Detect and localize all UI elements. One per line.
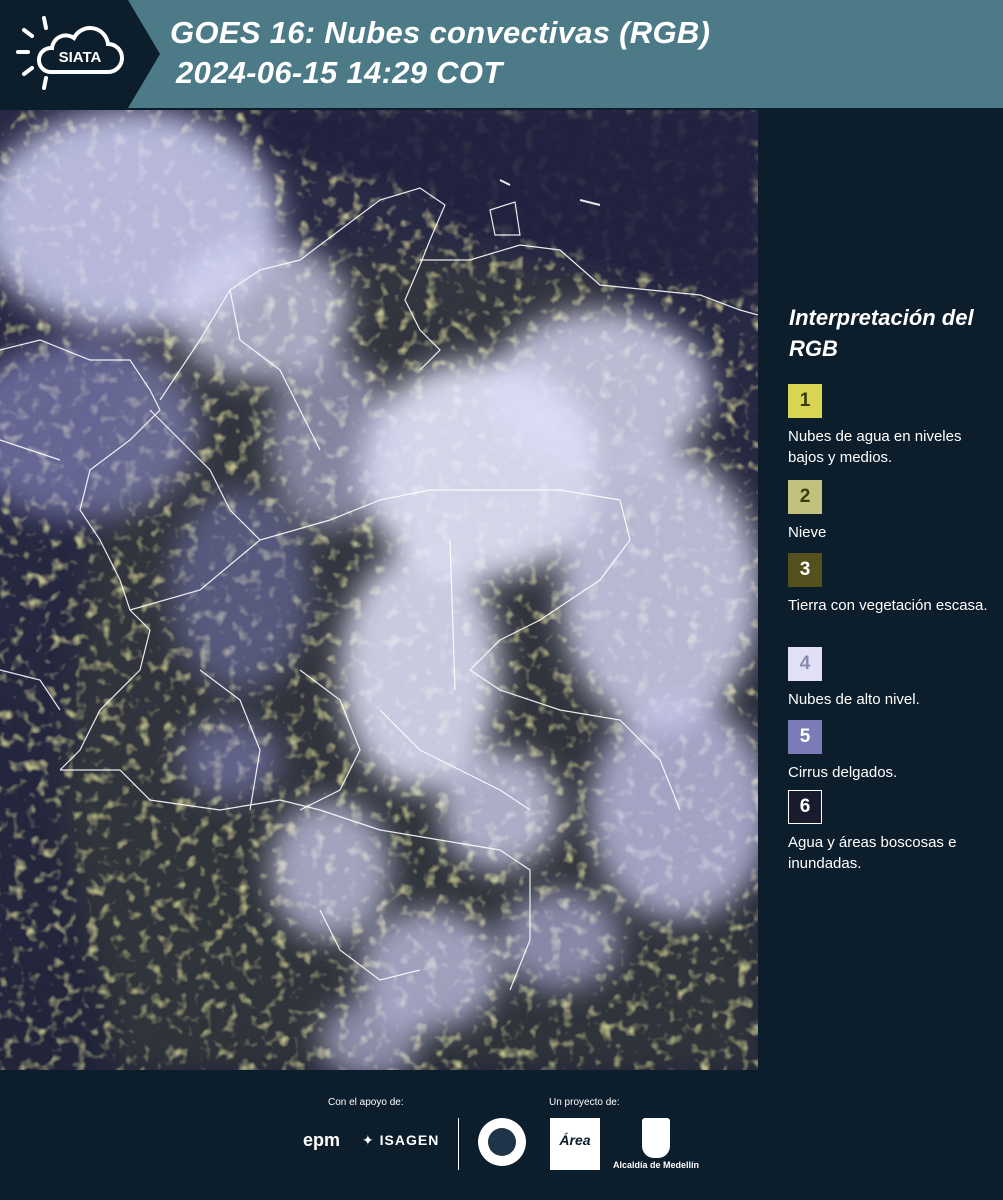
legend-item-4: 4 Nubes de alto nivel. [788, 647, 998, 710]
legend-label: Tierra con vegetación escasa. [788, 597, 988, 614]
legend-item-6: 6 Agua y áreas boscosas e inundadas. [788, 790, 998, 874]
siata-logo[interactable]: SIATA [0, 0, 160, 108]
project-label: Un proyecto de: [549, 1097, 620, 1108]
legend-item-1: 1 Nubes de agua en niveles bajos y medio… [788, 384, 998, 468]
page-timestamp: 2024-06-15 14:29 COT [176, 55, 503, 90]
legend-swatch: 6 [788, 790, 822, 824]
support-label: Con el apoyo de: [328, 1097, 404, 1108]
footer: Con el apoyo de: Un proyecto de: epm ✦ I… [0, 1070, 1003, 1200]
legend-label: Cirrus delgados. [788, 764, 898, 781]
legend-swatch: 4 [788, 647, 822, 681]
legend-item-5: 5 Cirrus delgados. [788, 720, 998, 783]
legend-label: Nubes de agua en niveles bajos y medios. [788, 428, 962, 466]
legend-label: Nubes de alto nivel. [788, 691, 920, 708]
satellite-image [0, 110, 758, 1070]
legend-swatch: 1 [788, 384, 822, 418]
legend-item-2: 2 Nieve [788, 480, 998, 543]
legend-swatch: 2 [788, 480, 822, 514]
legend-swatch: 5 [788, 720, 822, 754]
legend-swatch: 3 [788, 553, 822, 587]
alcaldia-logo-text[interactable]: Alcaldía de Medellín [613, 1160, 699, 1170]
page-title: GOES 16: Nubes convectivas (RGB) [170, 15, 711, 50]
legend-panel: Interpretación del RGB 1 Nubes de agua e… [760, 110, 1003, 1070]
header-bar: SIATA GOES 16: Nubes convectivas (RGB) 2… [0, 0, 1003, 108]
logo-text: SIATA [59, 49, 102, 66]
footer-divider [458, 1118, 459, 1170]
legend-label: Agua y áreas boscosas e inundadas. [788, 834, 957, 872]
university-seal-icon[interactable] [478, 1118, 526, 1166]
legend-item-3: 3 Tierra con vegetación escasa. [788, 553, 998, 616]
legend-title: Interpretación del RGB [789, 305, 974, 361]
alcaldia-shield-icon[interactable] [642, 1118, 670, 1158]
legend-label: Nieve [788, 524, 827, 541]
area-metropolitana-logo[interactable]: Área [550, 1118, 600, 1170]
epm-logo[interactable]: epm [303, 1130, 340, 1151]
isagen-logo[interactable]: ✦ ISAGEN [362, 1132, 439, 1149]
